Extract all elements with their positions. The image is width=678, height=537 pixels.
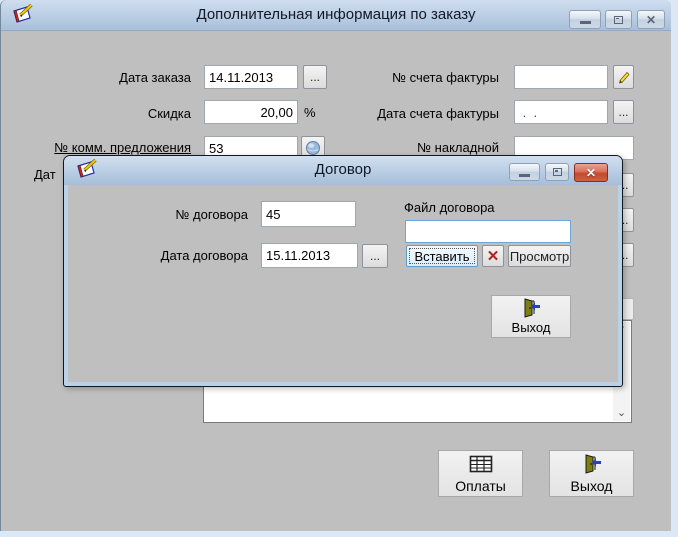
discount-label: Скидка [147, 106, 191, 121]
minimize-icon [579, 21, 591, 24]
restore-icon [614, 15, 623, 24]
close-icon: ✕ [585, 165, 597, 180]
contract-number-input[interactable] [261, 201, 356, 227]
pencil-icon [618, 72, 629, 84]
red-cross-icon: ✕ [486, 248, 500, 265]
dialog-exit-button[interactable]: Выход [491, 295, 571, 338]
order-date-input[interactable] [204, 65, 298, 89]
exit-button[interactable]: Выход [549, 450, 634, 497]
scroll-down-icon[interactable]: ⌄ [613, 405, 630, 421]
minimize-icon [519, 173, 530, 177]
invoice-number-label: № счета фактуры [392, 70, 499, 85]
invoice-date-browse-button[interactable]: ... [613, 100, 634, 124]
commercial-offer-label[interactable]: № комм. предложения [41, 140, 191, 156]
exit-door-icon [524, 298, 541, 318]
dialog-minimize-button[interactable] [509, 163, 540, 181]
view-file-button[interactable]: Просмотр [508, 245, 571, 267]
table-icon [469, 455, 492, 472]
minimize-button[interactable] [569, 10, 601, 29]
discount-input[interactable] [204, 100, 298, 124]
contract-file-label: Файл договора [404, 200, 495, 215]
dialog-exit-label: Выход [511, 320, 551, 335]
contract-date-browse-button[interactable]: ... [362, 244, 388, 268]
invoice-number-edit-button[interactable] [613, 65, 634, 89]
payments-button-label: Оплаты [455, 477, 506, 494]
contract-dialog: Договор ✕ № договора Файл договора Дата … [63, 155, 623, 387]
dialog-titlebar: Договор ✕ [64, 156, 622, 185]
waybill-number-label: № накладной [417, 140, 499, 155]
invoice-number-input[interactable] [514, 65, 608, 89]
order-date-browse-button[interactable]: ... [303, 65, 327, 89]
exit-door-icon [585, 454, 601, 473]
payments-button[interactable]: Оплаты [438, 450, 523, 497]
globe-icon [306, 141, 320, 155]
close-button[interactable]: ✕ [637, 10, 665, 29]
contract-number-label: № договора [175, 207, 248, 222]
discount-percent-label: % [304, 105, 316, 120]
contract-file-input[interactable] [405, 220, 571, 243]
close-icon: ✕ [645, 12, 657, 27]
clear-file-button[interactable]: ✕ [482, 245, 504, 267]
contract-date-label: Дата договора [160, 248, 248, 263]
invoice-date-input[interactable] [514, 100, 608, 124]
insert-file-button[interactable]: Вставить [406, 245, 478, 267]
main-titlebar: Дополнительная информация по заказу ✕ [1, 0, 671, 31]
exit-button-label: Выход [570, 477, 613, 494]
dialog-close-button[interactable]: ✕ [574, 163, 608, 182]
restore-icon [552, 168, 562, 176]
dialog-client-area: № договора Файл договора Дата договора .… [68, 185, 618, 382]
screen: Дополнительная информация по заказу ✕ Да… [0, 0, 678, 537]
contract-date-input[interactable] [261, 243, 358, 268]
dialog-restore-button[interactable] [545, 163, 569, 181]
order-date-label: Дата заказа [119, 70, 191, 85]
invoice-date-label: Дата счета фактуры [377, 106, 499, 121]
restore-button[interactable] [605, 10, 632, 29]
